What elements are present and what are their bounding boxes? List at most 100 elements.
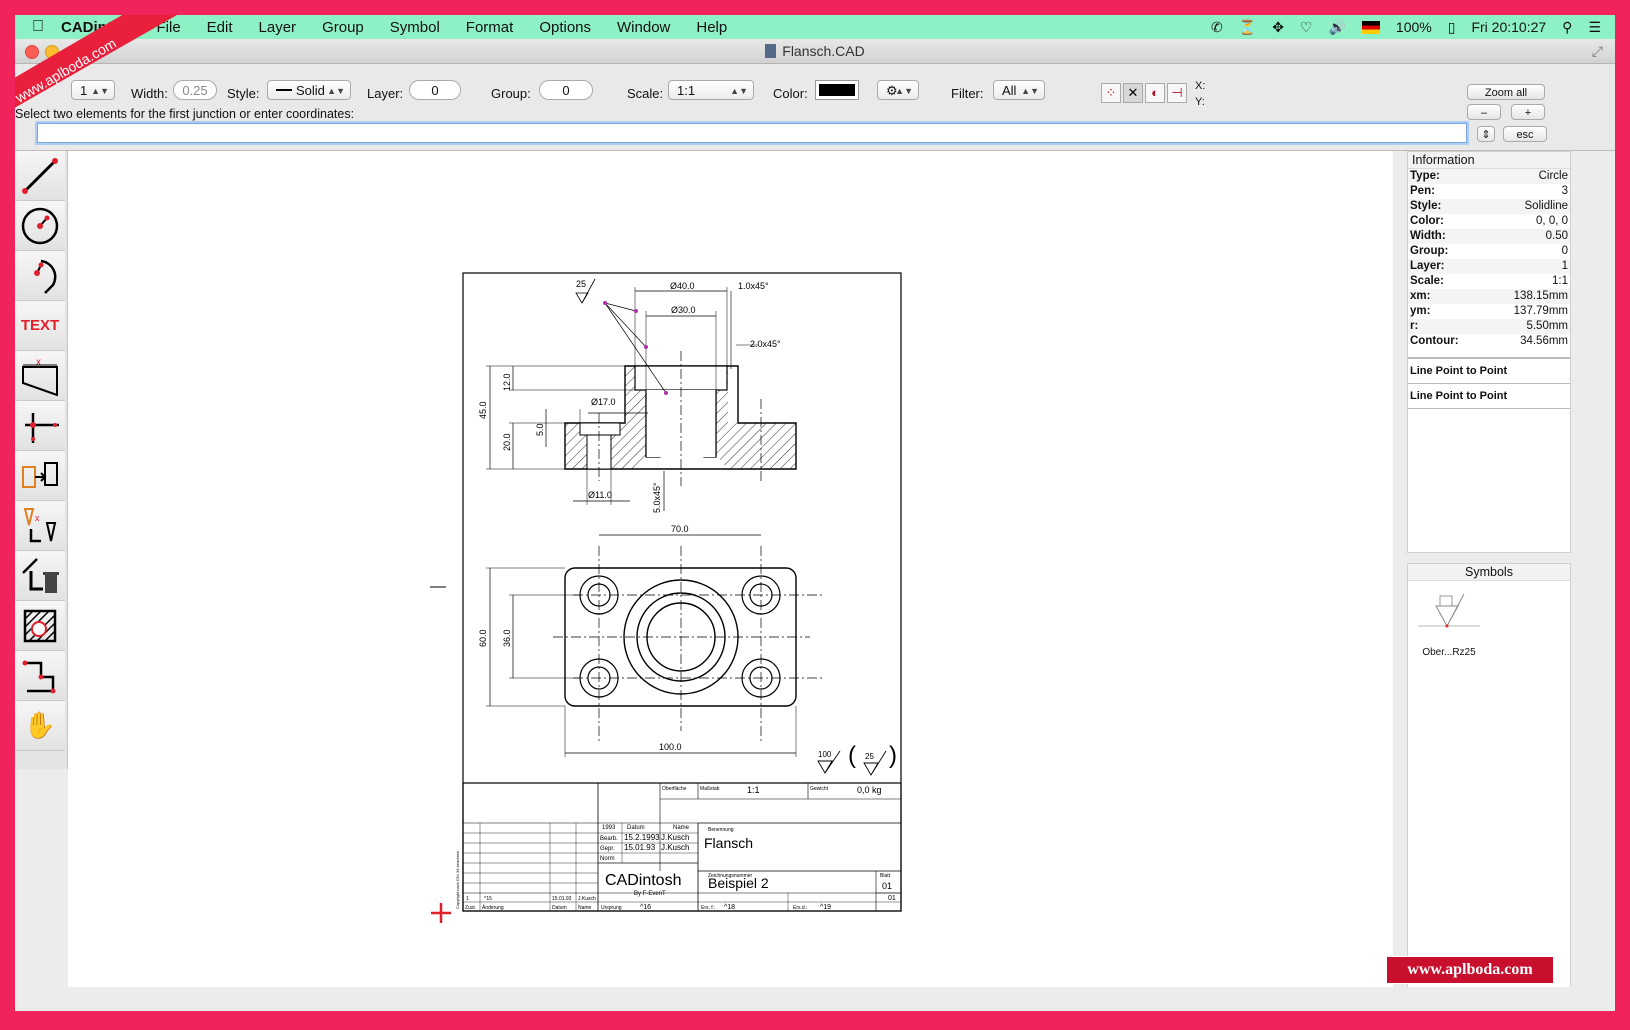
layer-field[interactable]: 0 [409,80,461,100]
apple-icon[interactable]:  [15,18,61,36]
notification-list-icon[interactable]: ☰ [1588,19,1601,36]
esc-button[interactable]: esc [1503,126,1547,142]
filter-select[interactable]: All ▲▼ [993,80,1045,100]
snap-center-icon[interactable]: ◐ [1145,83,1165,103]
tb-benennung-label: Benennung [708,827,734,833]
delete-tool-icon [22,557,59,593]
phone-icon[interactable]: ✆ [1211,19,1223,36]
menu-help[interactable]: Help [696,19,727,36]
tb-blatt-2: 01 [888,895,896,902]
app-menu[interactable]: CADintosh [61,19,139,36]
hatch-tool-icon [23,609,57,642]
dim-h5: 5.0 [535,423,545,436]
snap-intersection-icon[interactable]: ✕ [1123,83,1143,103]
zoom-in-button[interactable]: + [1511,104,1545,120]
tool-palette: TEXT x x ✋ [15,151,68,769]
zoom-all-button[interactable]: Zoom all [1467,84,1545,100]
hand-tool[interactable]: ✋ [15,701,65,751]
information-title: Information [1408,152,1570,169]
text-tool-icon: TEXT [20,317,60,334]
command-input[interactable] [37,123,1467,143]
line-tool[interactable] [15,151,65,201]
german-flag-icon[interactable] [1361,20,1380,34]
width-field[interactable]: 0.25 [173,80,217,100]
volume-icon[interactable]: 🔊 [1328,19,1345,36]
symbols-title: Symbols [1408,564,1570,581]
tb-bearb-name: J.Kusch [661,833,689,842]
info-row-scale: Scale: 1:1 [1410,275,1568,287]
dim-chamfer-3: 5.0x45° [652,482,662,513]
dimension-tool-icon: x [22,357,58,396]
move-icon[interactable]: ✥ [1272,19,1284,36]
tb-company: CADintosh [605,872,681,889]
group-field[interactable]: 0 [539,80,593,100]
snap-point-icon[interactable]: ⁘ [1101,83,1121,103]
menu-edit[interactable]: Edit [207,19,233,36]
watermark-label: www.aplboda.com [1386,956,1554,984]
toolbar: 1 ▲▼ Width: 0.25 Style: Solid ▲▼ Layer: 0 … [15,64,1615,151]
arc-tool-icon [34,259,57,294]
arc-tool[interactable] [15,251,65,301]
symbol-item[interactable]: Ober...Rz25 [1414,588,1484,658]
svg-text:x: x [36,357,41,368]
junction-tool[interactable] [15,401,65,451]
edit-tool[interactable]: x [15,501,65,551]
tb-foot-datum: Datum [552,905,567,911]
dimension-tool[interactable]: x [15,351,65,401]
tb-rev-change: ^15 [484,896,492,902]
tb-bearb-date: 15.2.1993 [624,833,660,842]
dim-h60: 60.0 [478,629,488,647]
wifi-icon[interactable]: ♡ [1300,19,1313,36]
clock[interactable]: Fri 20:10:27 [1471,19,1546,35]
polyline-tool[interactable] [15,651,65,701]
bottom-bar [15,987,1615,1011]
menu-file[interactable]: File [157,19,181,36]
document-icon [765,44,777,58]
hatch-tool[interactable] [15,601,65,651]
battery-icon[interactable]: ▯ [1448,19,1456,36]
svg-text:(: ( [848,742,856,769]
dim-d30: Ø30.0 [671,305,696,315]
color-well[interactable] [815,80,859,100]
menu-symbol[interactable]: Symbol [390,19,440,36]
scale-value: 1:1 [677,83,696,98]
tb-foot-ersd-val: ^19 [820,904,831,911]
menu-group[interactable]: Group [322,19,364,36]
hand-tool-icon: ✋ [23,710,57,740]
history-stepper[interactable]: ⇕ [1477,126,1495,142]
menu-window[interactable]: Window [617,19,670,36]
menu-options[interactable]: Options [539,19,591,36]
circle-tool[interactable] [15,201,65,251]
style-value: Solid [296,83,325,98]
text-tool[interactable]: TEXT [15,301,65,351]
tb-name-label: Name [673,825,690,831]
delete-tool[interactable] [15,551,65,601]
style-select[interactable]: Solid ▲▼ [267,80,351,100]
pen-select[interactable]: 1 ▲▼ [71,80,115,100]
dim-w100: 100.0 [659,742,682,752]
menubar:  CADintosh File Edit Layer Group Symbol… [15,15,1615,39]
svg-text:): ) [889,742,897,769]
tb-foot-ersf-val: ^18 [724,904,735,911]
fullscreen-icon[interactable]: ⤢ [1592,43,1603,60]
tb-gepr: Gepr. [600,846,615,852]
info-row-radius: r: 5.50mm [1408,319,1570,334]
filter-label: Filter: [951,86,984,101]
scale-select[interactable]: 1:1 ▲▼ [668,80,754,100]
snap-perpendicular-icon[interactable]: ⊣ [1167,83,1187,103]
crosshair-cursor-icon [431,903,451,923]
updown-arrows-icon: ▲▼ [91,86,109,96]
color-label: Color: [773,86,808,101]
junction-tool-icon [25,412,59,443]
settings-select[interactable]: ⚙ ▲▼ [877,80,919,100]
time-machine-icon[interactable]: ⏳ [1239,19,1256,36]
menu-layer[interactable]: Layer [259,19,297,36]
spotlight-search-icon[interactable]: ⚲ [1562,19,1572,36]
menu-format[interactable]: Format [466,19,514,36]
updown-arrows-icon: ▲▼ [1021,86,1039,96]
y-coord-label: Y: [1195,96,1205,108]
drawing-canvas[interactable]: 25 Ø40.0 1.0x45° Ø30.0 2.0x45° Ø17.0 Ø11… [68,151,1393,987]
copy-tool[interactable] [15,451,65,501]
info-row-color: Color: 0, 0, 0 [1410,215,1568,227]
zoom-out-button[interactable]: – [1467,104,1501,120]
